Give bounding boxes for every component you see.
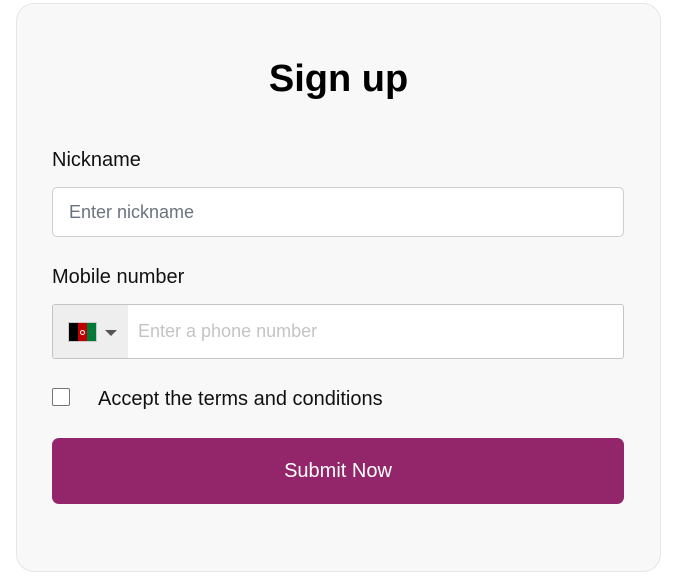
afghanistan-flag-icon xyxy=(69,323,96,341)
chevron-down-icon xyxy=(105,330,117,336)
nickname-label: Nickname xyxy=(52,149,141,171)
country-code-dropdown[interactable] xyxy=(53,305,128,358)
phone-field xyxy=(52,304,624,359)
phone-number-input[interactable] xyxy=(128,305,623,358)
signup-card: Sign up Nickname Mobile number Accept th… xyxy=(16,3,661,572)
mobile-number-label: Mobile number xyxy=(52,266,185,288)
terms-checkbox[interactable] xyxy=(52,388,70,406)
page-title: Sign up xyxy=(268,58,409,100)
terms-label[interactable]: Accept the terms and conditions xyxy=(98,387,383,411)
submit-button[interactable]: Submit Now xyxy=(52,438,624,504)
nickname-input[interactable] xyxy=(52,187,624,237)
